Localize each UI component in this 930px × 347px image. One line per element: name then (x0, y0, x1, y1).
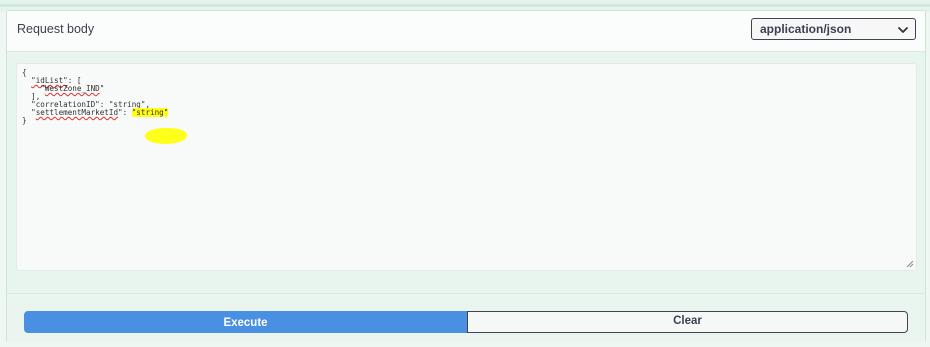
code-token-settlementmarketid: settlementMarketId (35, 108, 119, 117)
request-body-panel: Request body application/json { "idList"… (6, 10, 926, 342)
resize-grip-icon[interactable] (906, 260, 914, 268)
execute-button[interactable]: Execute (24, 311, 467, 333)
request-body-header: Request body application/json (7, 11, 925, 52)
code-line: } (22, 116, 27, 125)
chevron-down-icon (898, 27, 908, 33)
highlight-marker (145, 128, 187, 144)
code-token-westzone: WestZone_IND (44, 84, 100, 93)
json-code: { "idList": [ "WestZone_IND" ], "correla… (22, 69, 169, 125)
code-line: "WestZone_IND" (22, 84, 105, 93)
clear-button[interactable]: Clear (467, 311, 908, 333)
request-body-editor[interactable]: { "idList": [ "WestZone_IND" ], "correla… (16, 63, 917, 271)
content-type-select[interactable]: application/json (751, 18, 916, 40)
request-body-title: Request body (17, 22, 95, 36)
content-type-value: application/json (760, 22, 852, 36)
code-line: "settlementMarketId": "string" (22, 108, 169, 117)
highlighted-value: "string" (131, 108, 169, 117)
